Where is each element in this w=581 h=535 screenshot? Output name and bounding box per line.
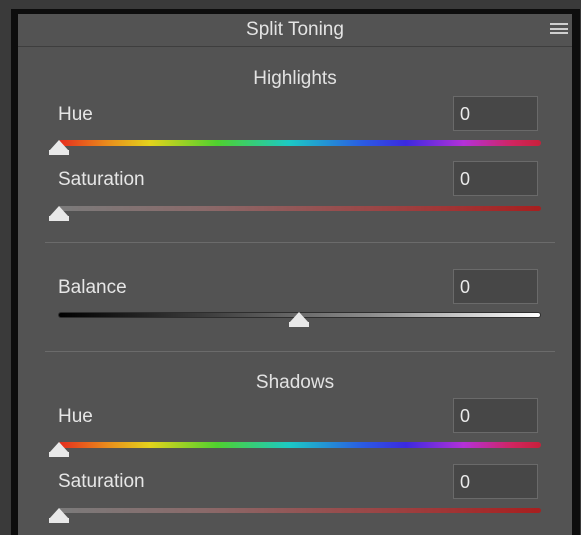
balance-label: Balance — [58, 277, 127, 298]
shadows-hue-label: Hue — [58, 406, 93, 427]
shadows-saturation-label: Saturation — [58, 471, 145, 492]
highlights-heading: Highlights — [253, 68, 337, 89]
shadows-saturation-slider[interactable] — [58, 508, 541, 513]
highlights-hue-label: Hue — [58, 104, 93, 125]
balance-input[interactable]: 0 — [453, 269, 538, 304]
section-divider — [45, 242, 555, 243]
shadows-hue-slider[interactable] — [58, 442, 541, 448]
highlights-saturation-input[interactable]: 0 — [453, 161, 538, 196]
shadows-hue-input[interactable]: 0 — [453, 398, 538, 433]
panel-header: Split Toning — [18, 14, 572, 47]
highlights-hue-slider[interactable] — [58, 140, 541, 146]
highlights-saturation-label: Saturation — [58, 169, 145, 190]
highlights-saturation-slider[interactable] — [58, 206, 541, 211]
section-divider — [45, 351, 555, 352]
shadows-heading: Shadows — [255, 372, 335, 393]
split-toning-panel: Split Toning Highlights Hue 0 Saturation… — [18, 14, 572, 535]
shadows-saturation-input[interactable]: 0 — [453, 464, 538, 499]
hamburger-menu-icon[interactable] — [550, 23, 568, 36]
highlights-hue-input[interactable]: 0 — [453, 96, 538, 131]
panel-title: Split Toning — [246, 19, 344, 40]
